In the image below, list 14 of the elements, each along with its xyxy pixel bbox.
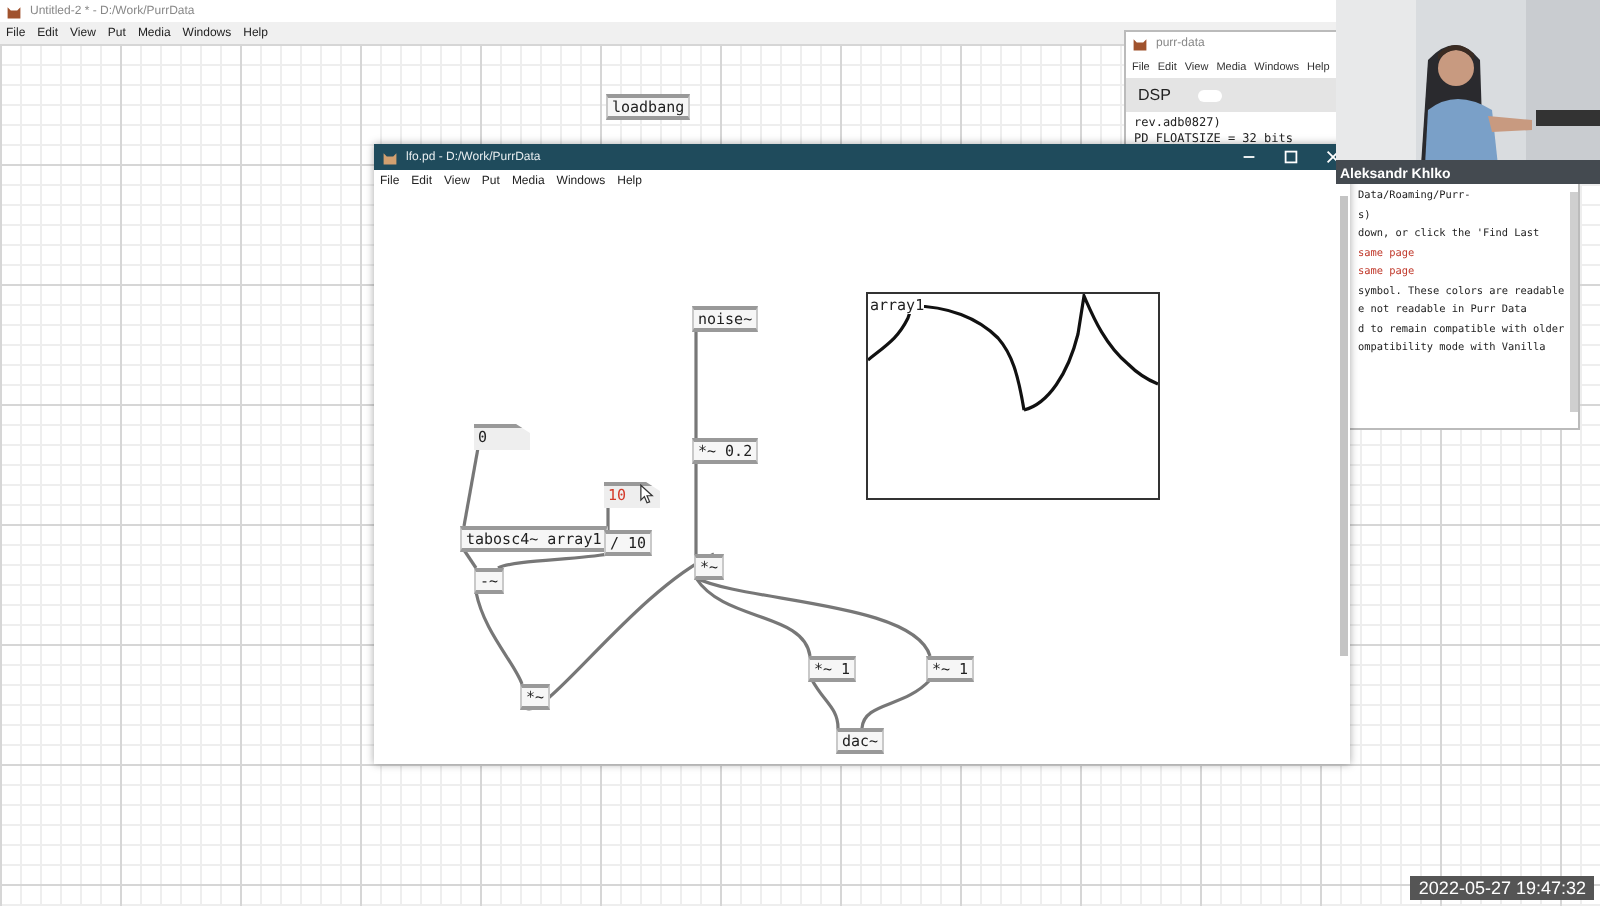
scrollbar[interactable] [1340,196,1348,656]
patch-cord [462,447,480,527]
patch-cord [860,678,932,729]
dsp-toggle[interactable] [1198,89,1223,101]
patch-cord [810,679,840,729]
timestamp: 2022-05-27 19:47:32 [1410,876,1594,900]
patch-cord [462,549,478,569]
dsp-label: DSP [1138,86,1171,104]
app-icon [1132,36,1148,52]
scrollbar[interactable] [1570,192,1578,412]
cursor-icon [640,484,654,504]
close-icon[interactable] [1324,148,1342,166]
app-icon [382,149,398,165]
maximize-icon[interactable] [1282,148,1300,166]
